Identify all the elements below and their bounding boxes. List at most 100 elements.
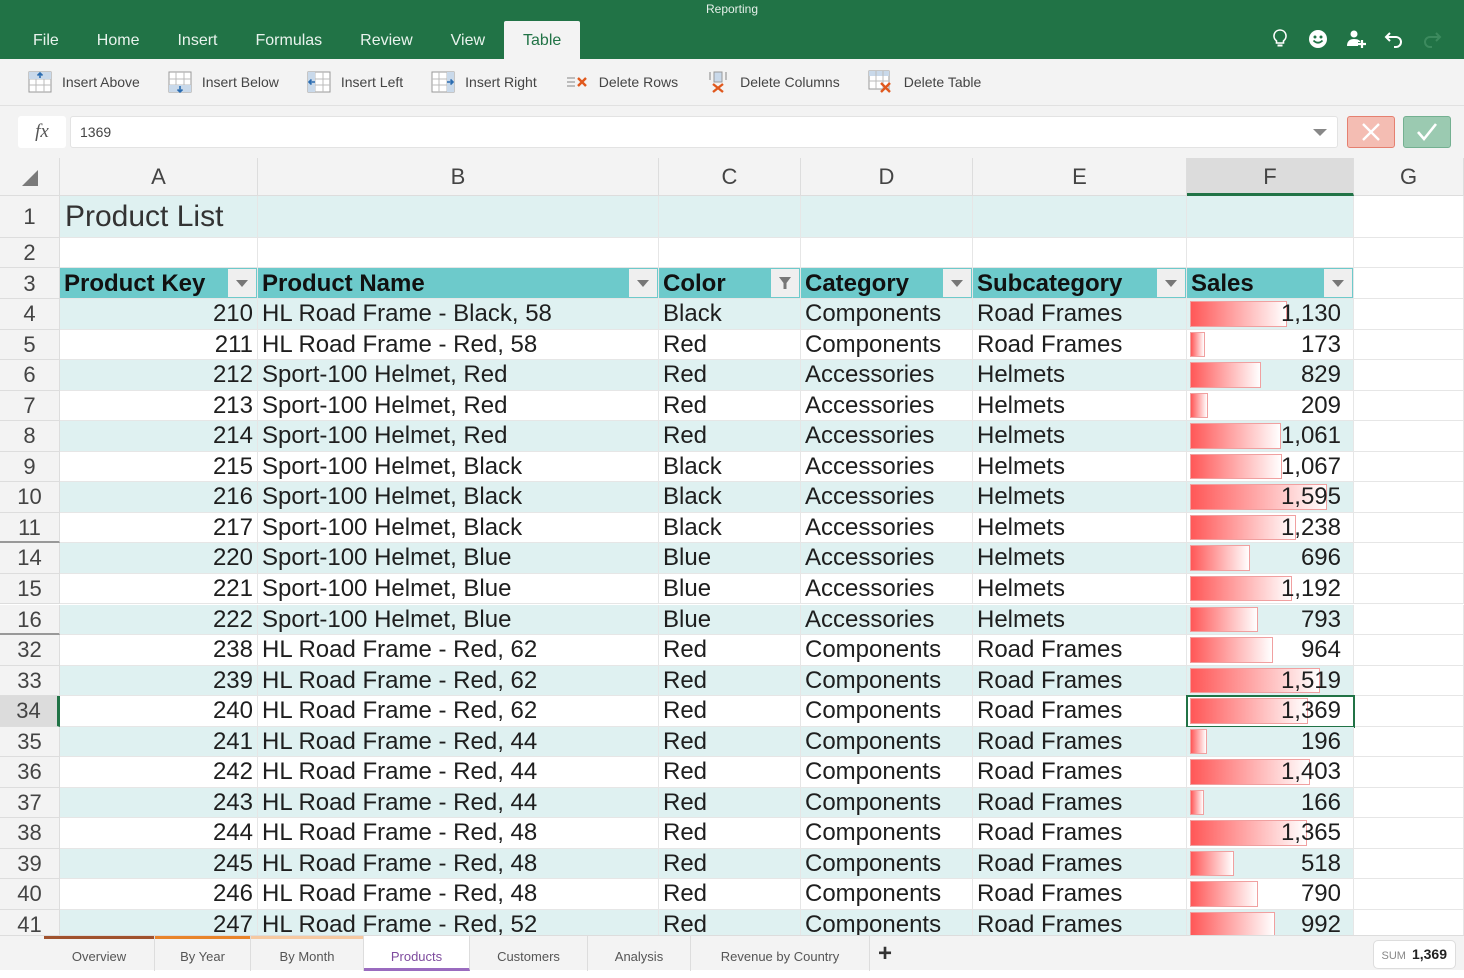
cell-subcategory[interactable]: Road Frames bbox=[973, 848, 1187, 880]
empty-cell[interactable] bbox=[801, 238, 973, 268]
cell-subcategory[interactable]: Road Frames bbox=[973, 879, 1187, 910]
cell-category[interactable]: Components bbox=[801, 635, 973, 666]
product-name-filter-dropdown-icon[interactable] bbox=[629, 269, 657, 297]
cell-sales[interactable]: 793 bbox=[1187, 604, 1354, 636]
empty-cell[interactable] bbox=[1354, 238, 1464, 268]
share-person-icon[interactable] bbox=[1344, 27, 1368, 51]
cell-color[interactable]: Red bbox=[659, 757, 801, 788]
row-header-2[interactable]: 2 bbox=[0, 238, 60, 268]
empty-cell[interactable] bbox=[973, 238, 1187, 268]
column-header-a[interactable]: A bbox=[60, 158, 258, 196]
cell-sales[interactable]: 964 bbox=[1187, 635, 1354, 666]
row-header-7[interactable]: 7 bbox=[0, 390, 60, 422]
column-header-c[interactable]: C bbox=[659, 158, 801, 196]
cell-name[interactable]: Sport-100 Helmet, Black bbox=[258, 451, 659, 483]
cell-subcategory[interactable]: Road Frames bbox=[973, 329, 1187, 361]
formula-input[interactable]: 1369 bbox=[70, 116, 1338, 148]
cell-sales[interactable]: 696 bbox=[1187, 543, 1354, 574]
row-header-9[interactable]: 9 bbox=[0, 451, 60, 483]
cell-category[interactable]: Accessories bbox=[801, 360, 973, 391]
empty-cell[interactable] bbox=[801, 196, 973, 238]
cell-color[interactable]: Red bbox=[659, 910, 801, 935]
cell-category[interactable]: Accessories bbox=[801, 543, 973, 574]
cell-category[interactable]: Accessories bbox=[801, 451, 973, 483]
cell-sales[interactable]: 790 bbox=[1187, 879, 1354, 910]
cell-color[interactable]: Blue bbox=[659, 573, 801, 605]
cell-sales[interactable]: 829 bbox=[1187, 360, 1354, 391]
cell-name[interactable]: Sport-100 Helmet, Blue bbox=[258, 604, 659, 636]
select-all-corner[interactable] bbox=[0, 158, 60, 196]
cell-sales[interactable]: 1,365 bbox=[1187, 818, 1354, 849]
cell-sales[interactable]: 1,061 bbox=[1187, 421, 1354, 452]
delete-rows-button[interactable]: Delete Rows bbox=[565, 71, 678, 93]
empty-cell[interactable] bbox=[1354, 879, 1464, 910]
insert-below-button[interactable]: Insert Below bbox=[168, 71, 279, 93]
cell-key[interactable]: 216 bbox=[60, 482, 258, 513]
tab-home[interactable]: Home bbox=[78, 21, 159, 59]
color-filter-active-icon[interactable] bbox=[771, 269, 799, 297]
empty-cell[interactable] bbox=[258, 238, 659, 268]
cell-category[interactable]: Components bbox=[801, 329, 973, 361]
empty-cell[interactable] bbox=[1354, 726, 1464, 758]
row-header-38[interactable]: 38 bbox=[0, 818, 60, 849]
empty-cell[interactable] bbox=[1354, 757, 1464, 788]
cell-sales[interactable]: 1,067 bbox=[1187, 451, 1354, 483]
column-header-b[interactable]: B bbox=[258, 158, 659, 196]
row-header-16[interactable]: 16 bbox=[0, 604, 60, 636]
cell-color[interactable]: Red bbox=[659, 787, 801, 819]
expand-formula-chevron-icon[interactable] bbox=[1313, 129, 1327, 136]
cell-key[interactable]: 238 bbox=[60, 635, 258, 666]
cell-sales[interactable]: 166 bbox=[1187, 787, 1354, 819]
row-header-41[interactable]: 41 bbox=[0, 910, 60, 935]
insert-left-button[interactable]: Insert Left bbox=[307, 71, 403, 93]
cell-subcategory[interactable]: Road Frames bbox=[973, 665, 1187, 697]
row-header-36[interactable]: 36 bbox=[0, 757, 60, 788]
table-header-sales[interactable]: Sales bbox=[1187, 268, 1354, 299]
empty-cell[interactable] bbox=[1354, 268, 1464, 299]
cell-name[interactable]: Sport-100 Helmet, Blue bbox=[258, 543, 659, 574]
cell-key[interactable]: 244 bbox=[60, 818, 258, 849]
cell-category[interactable]: Components bbox=[801, 757, 973, 788]
column-header-d[interactable]: D bbox=[801, 158, 973, 196]
lightbulb-icon[interactable] bbox=[1268, 27, 1292, 51]
row-header-39[interactable]: 39 bbox=[0, 848, 60, 880]
cell-subcategory[interactable]: Helmets bbox=[973, 512, 1187, 544]
cell-color[interactable]: Blue bbox=[659, 543, 801, 574]
cell-name[interactable]: HL Road Frame - Red, 48 bbox=[258, 848, 659, 880]
cell-name[interactable]: Sport-100 Helmet, Red bbox=[258, 360, 659, 391]
cell-subcategory[interactable]: Road Frames bbox=[973, 726, 1187, 758]
cell-key[interactable]: 210 bbox=[60, 299, 258, 330]
cell-subcategory[interactable]: Road Frames bbox=[973, 757, 1187, 788]
cell-sales[interactable]: 1,130 bbox=[1187, 299, 1354, 330]
cell-key[interactable]: 221 bbox=[60, 573, 258, 605]
cell-sales[interactable]: 1,403 bbox=[1187, 757, 1354, 788]
empty-cell[interactable] bbox=[1354, 848, 1464, 880]
empty-cell[interactable] bbox=[1354, 604, 1464, 636]
tab-review[interactable]: Review bbox=[341, 21, 431, 59]
column-header-f[interactable]: F bbox=[1187, 158, 1354, 196]
cell-sales[interactable]: 196 bbox=[1187, 726, 1354, 758]
cell-name[interactable]: HL Road Frame - Red, 52 bbox=[258, 910, 659, 935]
row-header-4[interactable]: 4 bbox=[0, 299, 60, 330]
cell-subcategory[interactable]: Road Frames bbox=[973, 299, 1187, 330]
spreadsheet-grid[interactable]: A B C D E F G 1 Product List 2 3 Product Key Product… bbox=[0, 158, 1464, 935]
cell-category[interactable]: Accessories bbox=[801, 482, 973, 513]
delete-columns-button[interactable]: Delete Columns bbox=[706, 70, 840, 94]
row-header-11[interactable]: 11 bbox=[0, 512, 60, 544]
cell-color[interactable]: Red bbox=[659, 421, 801, 452]
tab-view[interactable]: View bbox=[432, 21, 504, 59]
cell-name[interactable]: Sport-100 Helmet, Blue bbox=[258, 573, 659, 605]
cell-key[interactable]: 243 bbox=[60, 787, 258, 819]
cell-name[interactable]: HL Road Frame - Red, 62 bbox=[258, 665, 659, 697]
row-header-3[interactable]: 3 bbox=[0, 268, 60, 299]
cell-name[interactable]: HL Road Frame - Red, 48 bbox=[258, 818, 659, 849]
cell-key[interactable]: 215 bbox=[60, 451, 258, 483]
cell-name[interactable]: Sport-100 Helmet, Red bbox=[258, 421, 659, 452]
sheet-tab-by-month[interactable]: By Month bbox=[251, 936, 364, 971]
tab-insert[interactable]: Insert bbox=[158, 21, 236, 59]
cell-category[interactable]: Components bbox=[801, 910, 973, 935]
row-header-33[interactable]: 33 bbox=[0, 665, 60, 697]
empty-cell[interactable] bbox=[1354, 329, 1464, 361]
cell-subcategory[interactable]: Road Frames bbox=[973, 787, 1187, 819]
cell-subcategory[interactable]: Helmets bbox=[973, 360, 1187, 391]
